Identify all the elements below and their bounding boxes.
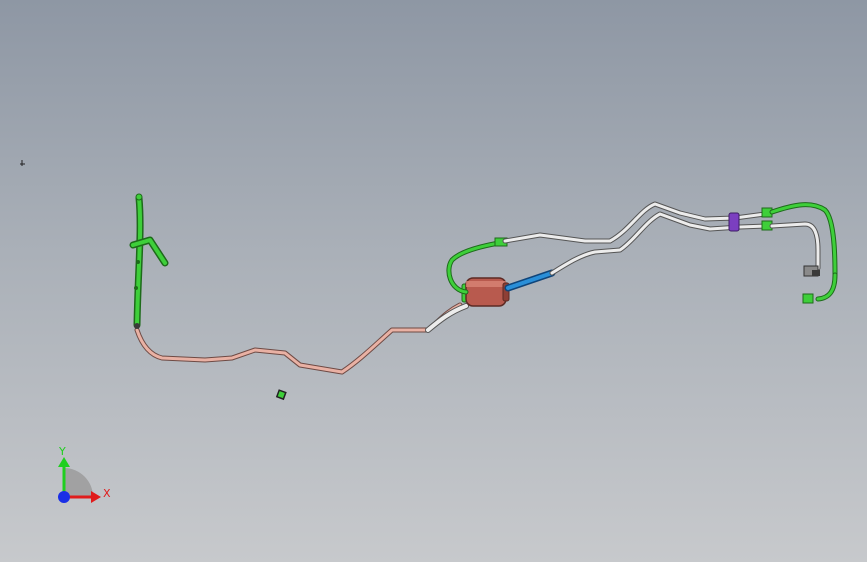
loose-clip-icon[interactable]	[275, 389, 287, 401]
tank-connector-assembly[interactable]	[129, 193, 169, 329]
pipe-clip-purple[interactable]	[728, 212, 740, 232]
coordinate-triad: Y X	[58, 445, 111, 503]
fuel-filter[interactable]	[461, 277, 510, 307]
main-fuel-pipe[interactable]	[134, 302, 463, 375]
y-axis-arrow-icon	[58, 457, 70, 467]
engine-connector-lower[interactable]	[761, 220, 821, 277]
filter-outlet-hose[interactable]	[504, 269, 556, 292]
z-axis-dot-icon	[58, 491, 70, 503]
x-axis-label: X	[103, 487, 111, 500]
model-canvas[interactable]: Y X	[0, 0, 867, 562]
origin-point-icon	[20, 160, 25, 166]
engine-connector-upper[interactable]	[761, 202, 838, 304]
filter-inlet-pipe[interactable]	[425, 303, 469, 333]
graphics-viewport[interactable]: Y X	[0, 0, 867, 562]
x-axis-arrow-icon	[91, 491, 101, 503]
y-axis-label: Y	[58, 445, 66, 458]
